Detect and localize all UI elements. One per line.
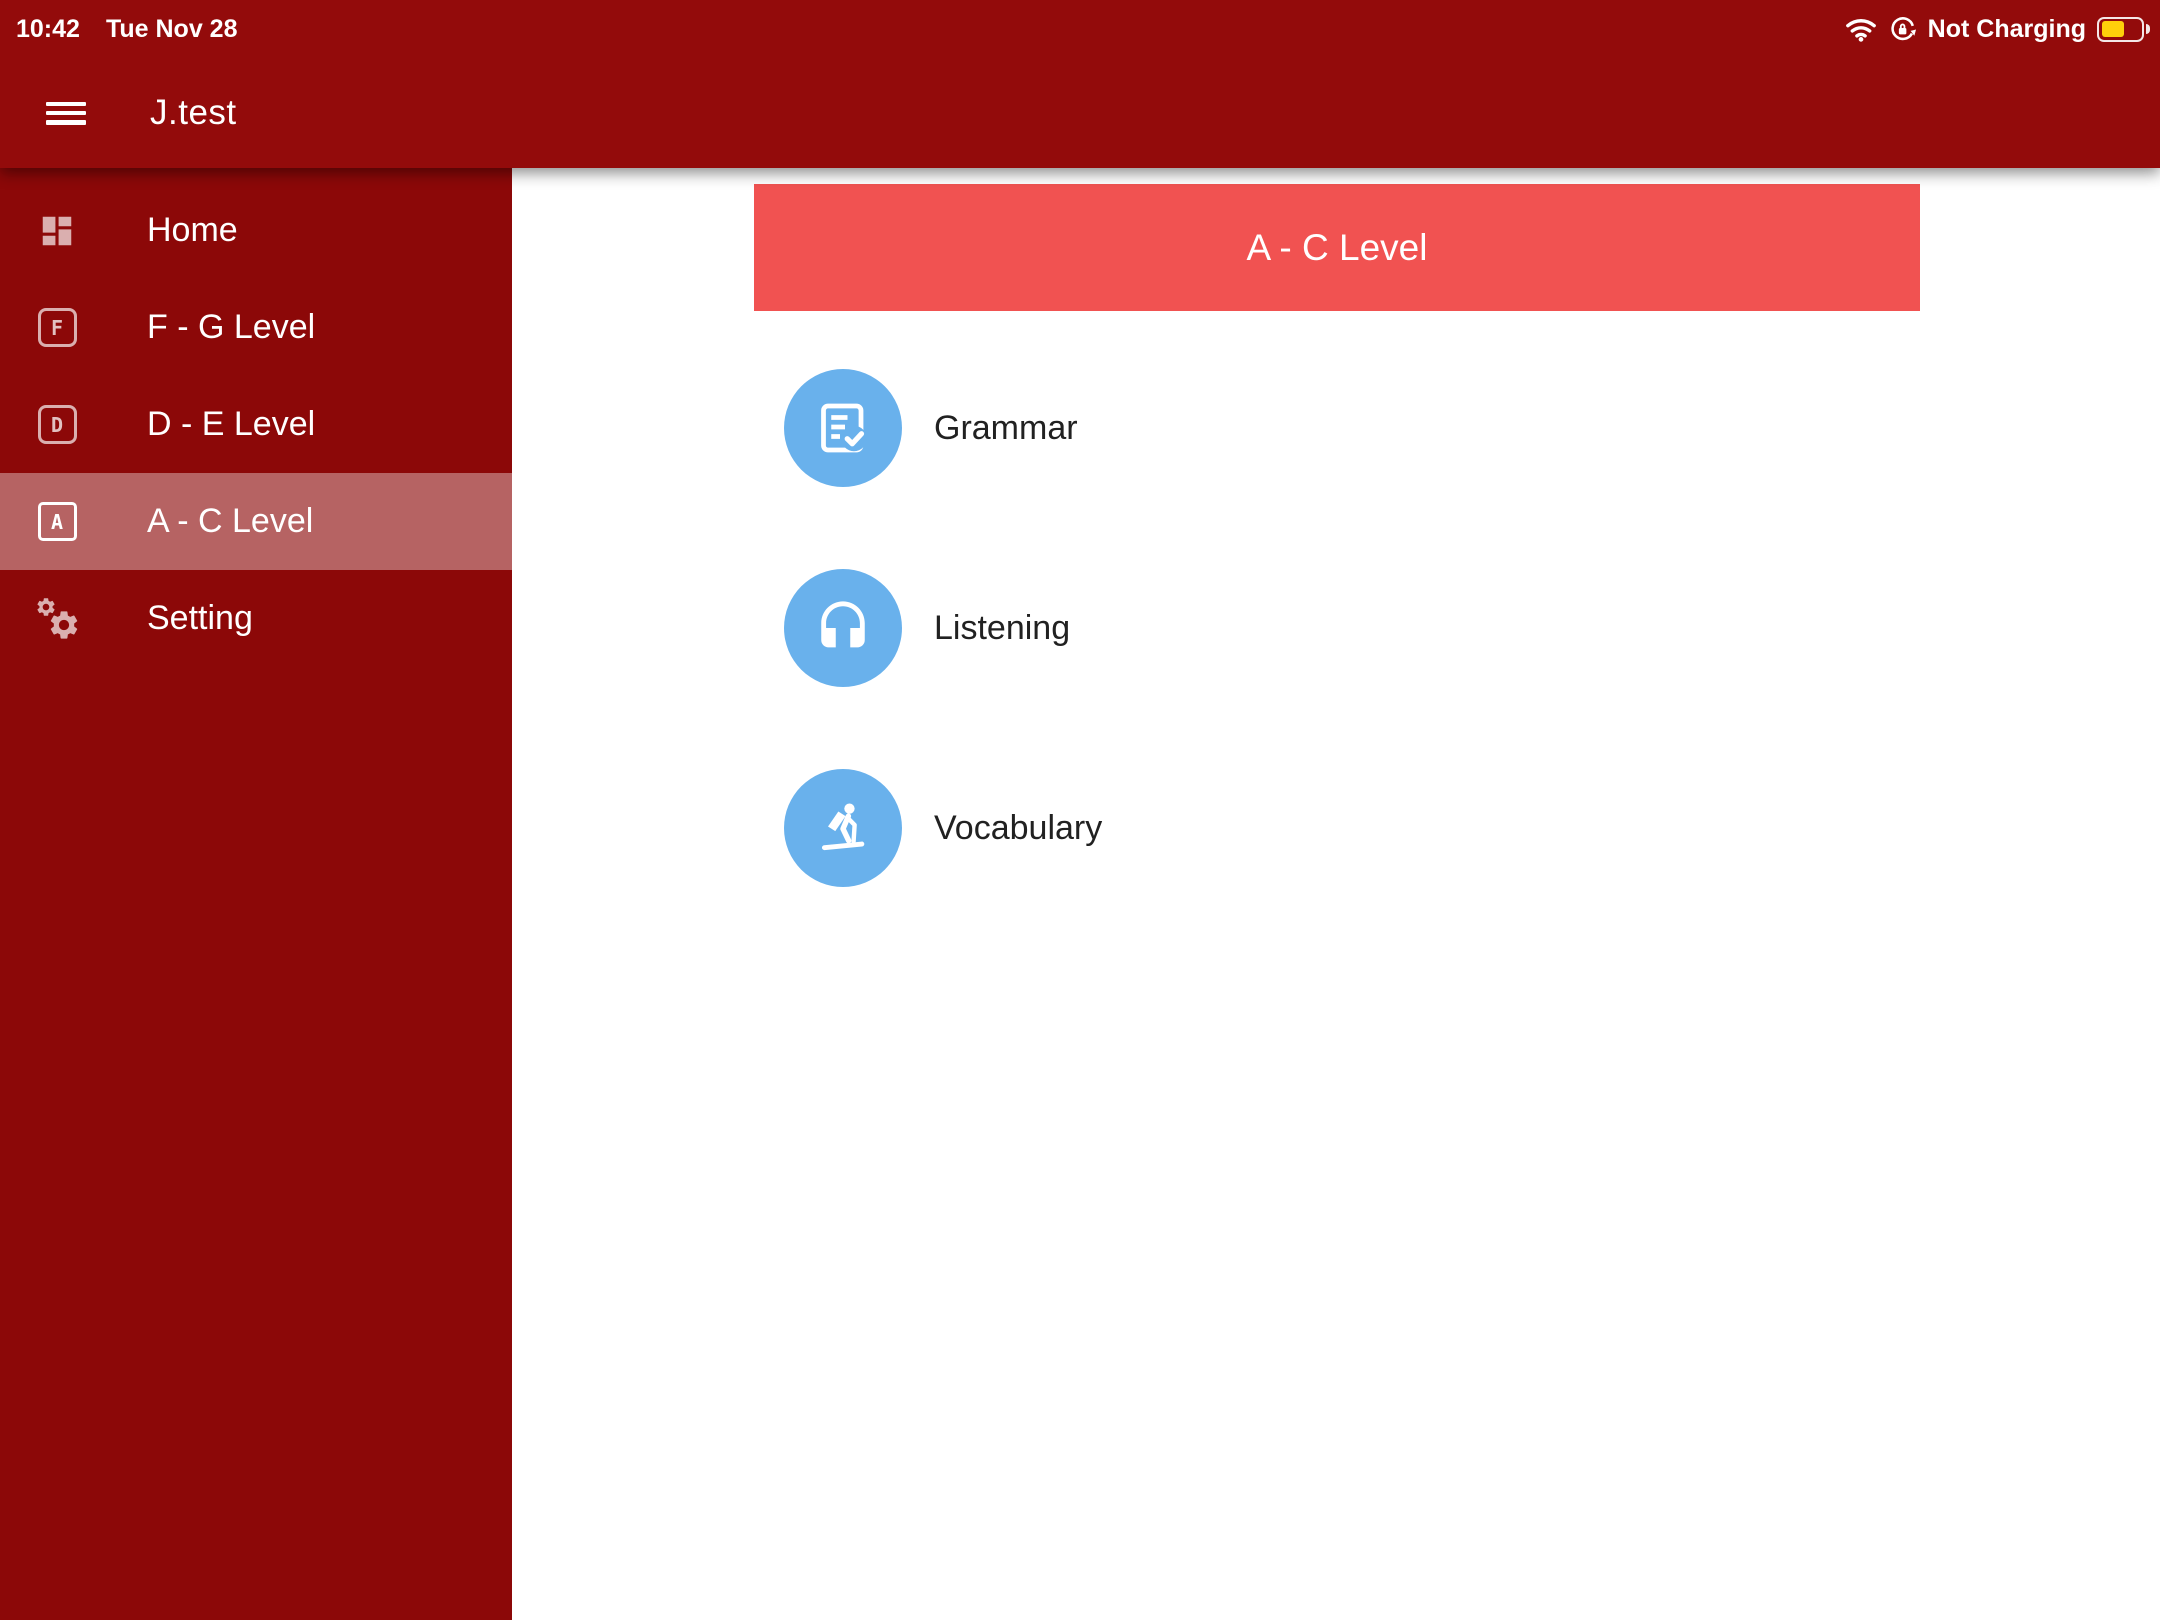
- battery-body: [2097, 16, 2144, 42]
- sidebar-item-ac-level[interactable]: A A - C Level: [0, 473, 512, 570]
- wifi-icon: [1845, 18, 1876, 42]
- app-bar: J.test: [0, 54, 2160, 172]
- menu-item-label: Vocabulary: [934, 808, 1103, 847]
- battery-icon: [2097, 16, 2150, 42]
- sidebar-item-label: F - G Level: [147, 308, 316, 346]
- dashboard-icon: [37, 208, 77, 254]
- sidebar: Home F F - G Level D D - E Level A A - C…: [0, 168, 512, 1620]
- skier-icon: [784, 769, 902, 887]
- status-bar-left: 10:42 Tue Nov 28: [16, 15, 237, 44]
- level-banner-title: A - C Level: [1246, 226, 1428, 268]
- menu-item-grammar[interactable]: Grammar: [784, 369, 1078, 487]
- sidebar-item-label: Home: [147, 211, 238, 249]
- app-header: 10:42 Tue Nov 28 Not Charging J.test: [0, 0, 2160, 168]
- sidebar-item-home[interactable]: Home: [0, 182, 512, 279]
- letter-d-icon: D: [37, 402, 77, 448]
- letter-a-icon: A: [37, 499, 77, 545]
- hamburger-menu-icon[interactable]: [46, 101, 86, 125]
- main-content: A - C Level Grammar Listening Vocabulary: [512, 168, 2160, 1620]
- battery-nub: [2146, 24, 2150, 34]
- sidebar-item-label: A - C Level: [147, 502, 314, 540]
- level-banner: A - C Level: [754, 184, 1920, 311]
- menu-item-label: Grammar: [934, 408, 1078, 447]
- status-time: 10:42: [16, 14, 80, 43]
- menu-item-vocabulary[interactable]: Vocabulary: [784, 769, 1102, 887]
- sidebar-item-label: Setting: [147, 599, 253, 637]
- rotation-lock-icon: [1891, 16, 1916, 40]
- sidebar-item-label: D - E Level: [147, 405, 316, 443]
- status-bar-right: Not Charging: [1845, 15, 2150, 44]
- status-date: Tue Nov 28: [105, 14, 238, 43]
- app-screen: 10:42 Tue Nov 28 Not Charging J.test Hom…: [0, 0, 2160, 1620]
- battery-fill: [2101, 21, 2125, 37]
- menu-item-listening[interactable]: Listening: [784, 569, 1070, 687]
- letter-f-icon: F: [37, 305, 77, 351]
- status-bar: 10:42 Tue Nov 28 Not Charging: [0, 0, 2160, 54]
- sidebar-item-setting[interactable]: Setting: [0, 570, 512, 667]
- headphones-icon: [784, 569, 902, 687]
- sidebar-item-de-level[interactable]: D D - E Level: [0, 376, 512, 473]
- app-title: J.test: [150, 93, 237, 132]
- gears-icon: [37, 596, 78, 642]
- menu-item-label: Listening: [934, 608, 1071, 647]
- document-check-icon: [784, 369, 902, 487]
- sidebar-item-fg-level[interactable]: F F - G Level: [0, 279, 512, 376]
- battery-status-text: Not Charging: [1927, 14, 2086, 43]
